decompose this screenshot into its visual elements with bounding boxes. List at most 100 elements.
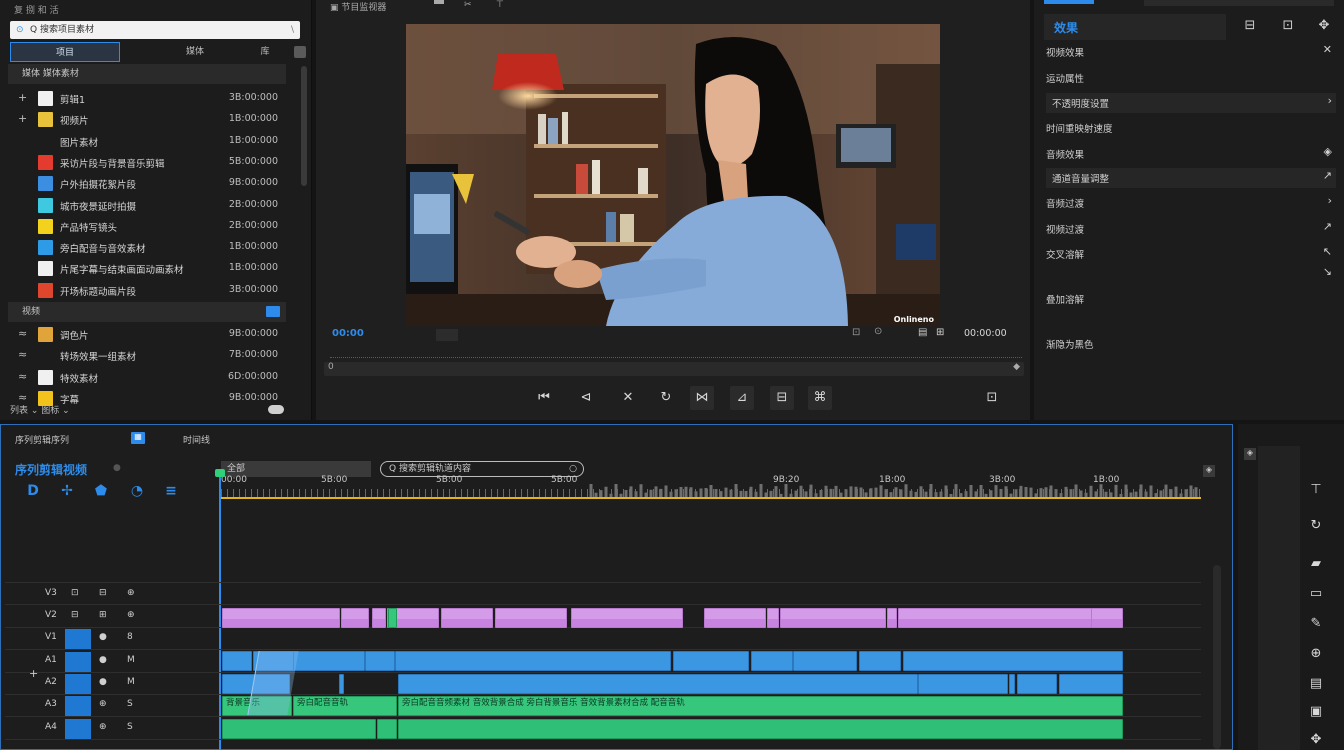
tab-library[interactable]: 库 — [250, 42, 280, 62]
video-clip[interactable] — [704, 608, 766, 628]
time-ruler[interactable]: 00:00 5B:00 5B:00 5B:00 9B:20 1B:00 3B:00 1B:00 — [221, 469, 1201, 499]
file-row[interactable]: 户外拍摄花絮片段 9B:00:000 — [18, 173, 282, 194]
video-clip[interactable] — [767, 608, 779, 628]
music-clip[interactable]: 旁白配音音轨 — [293, 696, 397, 716]
effect-row[interactable]: 不透明度设置 › — [1046, 93, 1336, 113]
track-sync-icon[interactable]: ⊟ — [71, 610, 79, 620]
video-clip[interactable] — [372, 608, 386, 628]
razor-tool-icon[interactable]: ▭ — [1306, 586, 1326, 606]
track-lock-icon[interactable]: A4 — [45, 722, 57, 732]
video-clip[interactable] — [571, 608, 683, 628]
audio-clip[interactable] — [918, 674, 1008, 694]
track-solo-icon[interactable]: ⊕ — [127, 610, 135, 620]
playback-resolution-select[interactable] — [436, 329, 458, 341]
video-section-header[interactable]: 视频 — [8, 302, 286, 322]
zoom-icon[interactable]: ⊙ — [874, 326, 882, 337]
video-clip[interactable] — [887, 608, 897, 628]
file-row[interactable]: 产品特写镜头 2B:00:000 — [18, 216, 282, 237]
playhead[interactable] — [219, 469, 221, 750]
file-row[interactable]: 城市夜景延时拍摄 2B:00:000 — [18, 195, 282, 216]
track-sync-icon[interactable]: ⊡ — [71, 588, 79, 598]
extract-button[interactable]: ⊟ — [770, 386, 794, 410]
rectangle-tool-icon[interactable]: ▣ — [1306, 704, 1326, 724]
select-tool-icon[interactable]: D — [23, 483, 43, 501]
section-toggle-icon[interactable] — [266, 306, 280, 317]
track-lock-icon[interactable]: V3 — [45, 588, 57, 598]
audio-clip[interactable] — [398, 674, 918, 694]
expand-icon[interactable]: + — [18, 91, 30, 104]
audio-clip[interactable] — [859, 651, 901, 671]
export-frame-icon[interactable]: ▤ — [918, 327, 927, 338]
track-select-icon[interactable]: ↻ — [1306, 518, 1326, 538]
tools-collapse-icon[interactable]: ◈ — [1244, 448, 1256, 460]
effect-action-icon[interactable]: › — [1328, 194, 1332, 207]
scissors-icon[interactable]: ✂ — [464, 0, 472, 10]
file-row[interactable]: 图片素材 1B:00:000 — [18, 131, 282, 152]
hand-tool-icon[interactable]: ⊕ — [1306, 646, 1326, 666]
audio-clip[interactable] — [222, 651, 252, 671]
effect-row[interactable]: ↘ — [1046, 264, 1336, 284]
export-button[interactable]: ⊡ — [980, 386, 1004, 410]
effect-row[interactable]: 时间重映射速度 — [1046, 118, 1336, 138]
file-row[interactable]: 采访片段与背景音乐剪辑 5B:00:000 — [18, 152, 282, 173]
monitor-scrub-bar[interactable]: 0 ◆ — [324, 362, 1024, 376]
monitor-tool-icon[interactable] — [434, 0, 444, 4]
marker-tool-icon[interactable]: ⬟ — [91, 483, 111, 501]
link-tool-icon[interactable]: ◔ — [127, 483, 147, 501]
zoom-tool-icon[interactable]: ✥ — [1306, 732, 1326, 750]
file-row[interactable]: + 视频片 1B:00:000 — [18, 109, 282, 130]
track-mute-icon[interactable]: ● — [99, 677, 107, 687]
effect-action-icon[interactable]: ↗ — [1323, 220, 1332, 233]
track-target-toggle[interactable] — [65, 696, 91, 716]
track-lock-icon[interactable]: A2 — [45, 677, 57, 687]
media-section-header[interactable]: 媒体 媒体素材 — [8, 64, 286, 84]
effect-row[interactable]: 通道音量调整 ↗ — [1046, 168, 1336, 188]
track-lock-icon[interactable]: A3 — [45, 699, 57, 709]
pen-tool-icon[interactable]: ✎ — [1306, 616, 1326, 636]
video-clip[interactable] — [898, 608, 1092, 628]
panel-menu-icon[interactable] — [294, 46, 306, 58]
stop-button[interactable]: ✕ — [616, 386, 640, 410]
timeline-corner-button[interactable]: ◈ — [1203, 465, 1215, 477]
expand-icon[interactable]: + — [18, 112, 30, 125]
track-mute-icon[interactable]: ● — [99, 632, 107, 642]
effect-row[interactable]: 叠加溶解 — [1046, 289, 1336, 309]
monitor-ruler[interactable] — [330, 350, 1022, 358]
tab-project[interactable]: 项目 — [10, 42, 120, 62]
expand-icon[interactable]: ≈ — [18, 391, 30, 404]
voiceover-clip[interactable]: 旁白配音音频素材 音效背景合成 旁白背景音乐 音效背景素材合成 配音音轨 — [398, 696, 1123, 716]
effect-row[interactable]: 运动属性 — [1046, 68, 1336, 88]
track-mute-icon[interactable]: ● — [99, 655, 107, 665]
playhead-handle[interactable] — [215, 469, 225, 477]
effect-row[interactable]: 音频效果 ◈ — [1046, 144, 1336, 164]
video-clip[interactable] — [441, 608, 493, 628]
effect-row[interactable]: 交叉溶解 ↖ — [1046, 244, 1336, 264]
effect-action-icon[interactable]: ◈ — [1324, 145, 1332, 158]
lift-button[interactable]: ⊿ — [730, 386, 754, 410]
audio-clip[interactable] — [673, 651, 749, 671]
step-back-button[interactable]: ⊲ — [574, 386, 598, 410]
audio-clip[interactable] — [395, 651, 671, 671]
effect-row[interactable]: 音频过渡 › — [1046, 193, 1336, 213]
effect-row[interactable]: 视频过渡 ↗ — [1046, 219, 1336, 239]
effect-action-icon[interactable]: › — [1328, 94, 1332, 107]
effect-row[interactable]: 渐隐为黑色 — [1046, 334, 1336, 354]
audio-clip[interactable] — [377, 719, 397, 739]
selected-clip-marker[interactable] — [388, 608, 397, 628]
go-to-in-button[interactable]: ⏮ — [532, 386, 556, 410]
mark-button[interactable]: ⋈ — [690, 386, 714, 410]
audio-clip[interactable] — [365, 651, 395, 671]
zoom-slider[interactable] — [268, 405, 284, 414]
track-solo-icon[interactable]: S — [127, 722, 133, 732]
settings-tool-icon[interactable]: ≡ — [161, 483, 181, 501]
effects-list-icon[interactable]: ⊟ — [1240, 18, 1260, 38]
track-target-toggle[interactable] — [65, 652, 91, 672]
ripple-edit-icon[interactable]: ▰ — [1306, 556, 1326, 576]
track-target-toggle[interactable] — [65, 674, 91, 694]
track-target-toggle[interactable] — [65, 719, 91, 739]
track-mute-icon[interactable]: ⊕ — [99, 699, 107, 709]
track-solo-icon[interactable]: ⊕ — [127, 588, 135, 598]
audio-clip[interactable] — [398, 719, 1123, 739]
audio-clip[interactable] — [339, 674, 344, 694]
tab-media[interactable]: 媒体 — [170, 42, 220, 62]
